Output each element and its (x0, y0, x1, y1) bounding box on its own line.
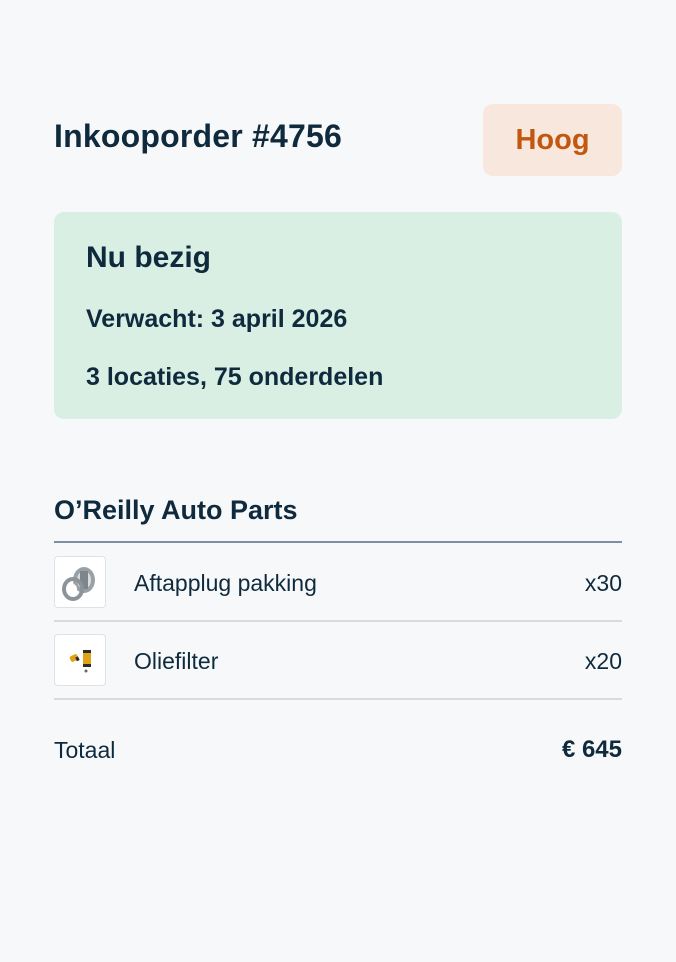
expected-date: Verwacht: 3 april 2026 (86, 305, 348, 333)
order-header: Inkooporder #4756 Hoog (54, 104, 622, 176)
status-card: Nu bezig Verwacht: 3 april 2026 3 locati… (54, 212, 622, 419)
order-summary: 3 locaties, 75 onderdelen (86, 363, 384, 391)
supplier-name: O’Reilly Auto Parts (54, 495, 298, 525)
washer-icon (54, 556, 106, 608)
total-value: € 645 (561, 736, 622, 763)
item-quantity: x20 (584, 648, 622, 674)
priority-badge: Hoog (483, 104, 622, 176)
oil-filter-icon (54, 634, 106, 686)
total-label: Totaal (54, 737, 116, 763)
status-title: Nu bezig (86, 241, 211, 274)
item-quantity: x30 (584, 570, 622, 596)
item-name: Oliefilter (134, 648, 219, 674)
supplier-divider (54, 541, 622, 543)
page-title: Inkooporder #4756 (54, 118, 342, 154)
list-item[interactable]: Oliefilter x20 (54, 622, 622, 700)
list-item[interactable]: Aftapplug pakking x30 (54, 544, 622, 622)
item-name: Aftapplug pakking (134, 570, 317, 596)
